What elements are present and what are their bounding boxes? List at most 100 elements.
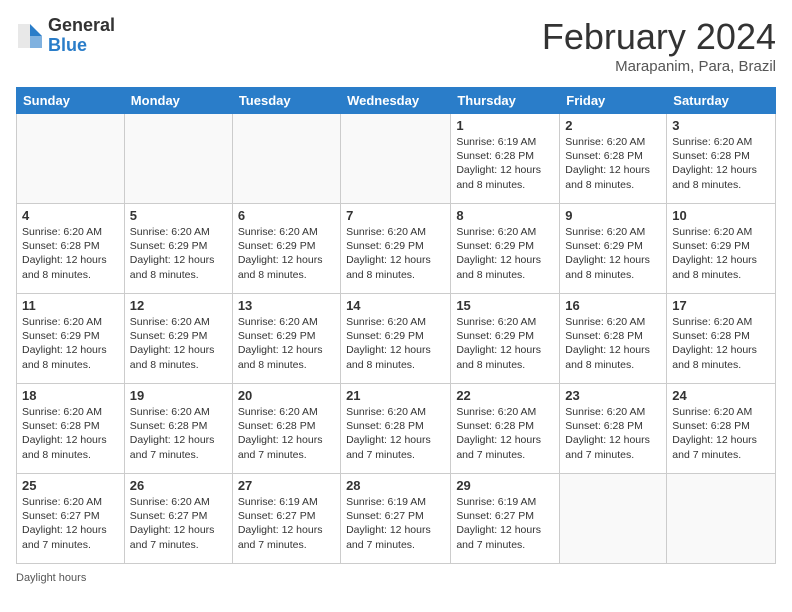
calendar-cell: 26Sunrise: 6:20 AM Sunset: 6:27 PM Dayli…	[124, 474, 232, 564]
day-info: Sunrise: 6:19 AM Sunset: 6:27 PM Dayligh…	[238, 495, 335, 552]
day-number: 23	[565, 388, 661, 403]
calendar-cell: 2 Sunrise: 6:20 AM Sunset: 6:28 PM Daylig…	[560, 114, 667, 204]
day-info: Sunrise: 6:20 AM Sunset: 6:28 PM Dayligh…	[22, 225, 119, 282]
day-info: Sunrise: 6:20 AM Sunset: 6:29 PM Dayligh…	[346, 225, 445, 282]
calendar-cell: 10 Sunrise: 6:20 AM Sunset: 6:29 PM Dayli…	[667, 204, 776, 294]
day-number: 12	[130, 298, 227, 313]
day-number: 29	[456, 478, 554, 493]
calendar-cell: 5Sunrise: 6:20 AM Sunset: 6:29 PM Daylig…	[124, 204, 232, 294]
day-number: 28	[346, 478, 445, 493]
logo-icon	[16, 22, 44, 50]
day-info: Sunrise: 6:20 AM Sunset: 6:28 PM Dayligh…	[565, 405, 661, 462]
header-day-tuesday: Tuesday	[232, 88, 340, 114]
calendar-body: 1 Sunrise: 6:19 AM Sunset: 6:28 PM Daylig…	[17, 114, 776, 564]
calendar-cell: 18Sunrise: 6:20 AM Sunset: 6:28 PM Dayli…	[17, 384, 125, 474]
day-number: 24	[672, 388, 770, 403]
calendar-cell: 4Sunrise: 6:20 AM Sunset: 6:28 PM Daylig…	[17, 204, 125, 294]
header-day-sunday: Sunday	[17, 88, 125, 114]
calendar-cell: 8 Sunrise: 6:20 AM Sunset: 6:29 PM Daylig…	[451, 204, 560, 294]
page-header: General Blue February 2024 Marapanim, Pa…	[16, 16, 776, 75]
calendar-cell: 29 Sunrise: 6:19 AM Sunset: 6:27 PM Dayli…	[451, 474, 560, 564]
day-number: 16	[565, 298, 661, 313]
day-info: Sunrise: 6:20 AM Sunset: 6:29 PM Dayligh…	[672, 225, 770, 282]
day-number: 19	[130, 388, 227, 403]
day-number: 8	[456, 208, 554, 223]
day-info: Sunrise: 6:19 AM Sunset: 6:27 PM Dayligh…	[456, 495, 554, 552]
day-info: Sunrise: 6:20 AM Sunset: 6:29 PM Dayligh…	[456, 225, 554, 282]
calendar-cell: 24 Sunrise: 6:20 AM Sunset: 6:28 PM Dayli…	[667, 384, 776, 474]
day-info: Sunrise: 6:20 AM Sunset: 6:29 PM Dayligh…	[22, 315, 119, 372]
calendar-title: February 2024	[542, 16, 776, 58]
calendar-cell: 28 Sunrise: 6:19 AM Sunset: 6:27 PM Dayli…	[341, 474, 451, 564]
calendar-cell: 22 Sunrise: 6:20 AM Sunset: 6:28 PM Dayli…	[451, 384, 560, 474]
logo-general-text: General	[48, 15, 115, 35]
day-number: 2	[565, 118, 661, 133]
calendar-cell: 27Sunrise: 6:19 AM Sunset: 6:27 PM Dayli…	[232, 474, 340, 564]
header-day-thursday: Thursday	[451, 88, 560, 114]
logo-text: General Blue	[48, 16, 115, 56]
calendar-cell	[560, 474, 667, 564]
header-day-friday: Friday	[560, 88, 667, 114]
day-info: Sunrise: 6:20 AM Sunset: 6:27 PM Dayligh…	[22, 495, 119, 552]
header-day-wednesday: Wednesday	[341, 88, 451, 114]
day-number: 9	[565, 208, 661, 223]
week-row-2: 4Sunrise: 6:20 AM Sunset: 6:28 PM Daylig…	[17, 204, 776, 294]
calendar-cell: 17Sunrise: 6:20 AM Sunset: 6:28 PM Dayli…	[667, 294, 776, 384]
day-number: 17	[672, 298, 770, 313]
calendar-cell: 6Sunrise: 6:20 AM Sunset: 6:29 PM Daylig…	[232, 204, 340, 294]
calendar-cell: 9 Sunrise: 6:20 AM Sunset: 6:29 PM Daylig…	[560, 204, 667, 294]
header-day-monday: Monday	[124, 88, 232, 114]
calendar-cell: 7 Sunrise: 6:20 AM Sunset: 6:29 PM Daylig…	[341, 204, 451, 294]
calendar-cell: 3 Sunrise: 6:20 AM Sunset: 6:28 PM Daylig…	[667, 114, 776, 204]
day-number: 10	[672, 208, 770, 223]
day-info: Sunrise: 6:20 AM Sunset: 6:29 PM Dayligh…	[238, 315, 335, 372]
day-number: 6	[238, 208, 335, 223]
calendar-table: SundayMondayTuesdayWednesdayThursdayFrid…	[16, 87, 776, 564]
week-row-3: 11Sunrise: 6:20 AM Sunset: 6:29 PM Dayli…	[17, 294, 776, 384]
day-number: 13	[238, 298, 335, 313]
calendar-cell	[341, 114, 451, 204]
day-number: 1	[456, 118, 554, 133]
day-info: Sunrise: 6:20 AM Sunset: 6:28 PM Dayligh…	[238, 405, 335, 462]
day-number: 20	[238, 388, 335, 403]
day-info: Sunrise: 6:19 AM Sunset: 6:27 PM Dayligh…	[346, 495, 445, 552]
calendar-cell: 11Sunrise: 6:20 AM Sunset: 6:29 PM Dayli…	[17, 294, 125, 384]
logo-blue-text: Blue	[48, 35, 87, 55]
day-info: Sunrise: 6:20 AM Sunset: 6:28 PM Dayligh…	[130, 405, 227, 462]
header-day-saturday: Saturday	[667, 88, 776, 114]
day-info: Sunrise: 6:20 AM Sunset: 6:29 PM Dayligh…	[130, 225, 227, 282]
calendar-cell	[17, 114, 125, 204]
day-info: Sunrise: 6:20 AM Sunset: 6:29 PM Dayligh…	[346, 315, 445, 372]
calendar-cell: 12Sunrise: 6:20 AM Sunset: 6:29 PM Dayli…	[124, 294, 232, 384]
day-number: 15	[456, 298, 554, 313]
day-info: Sunrise: 6:20 AM Sunset: 6:28 PM Dayligh…	[672, 405, 770, 462]
day-number: 14	[346, 298, 445, 313]
header-row: SundayMondayTuesdayWednesdayThursdayFrid…	[17, 88, 776, 114]
calendar-cell: 20 Sunrise: 6:20 AM Sunset: 6:28 PM Dayli…	[232, 384, 340, 474]
footer: Daylight hours	[16, 572, 776, 584]
title-block: February 2024 Marapanim, Para, Brazil	[542, 16, 776, 75]
calendar-cell: 21Sunrise: 6:20 AM Sunset: 6:28 PM Dayli…	[341, 384, 451, 474]
logo: General Blue	[16, 16, 115, 56]
day-info: Sunrise: 6:20 AM Sunset: 6:28 PM Dayligh…	[672, 135, 770, 192]
week-row-4: 18 Sunrise: 6:20 AM Sunset: 6:28 PM Dayli…	[17, 384, 776, 474]
day-info: Sunrise: 6:20 AM Sunset: 6:28 PM Dayligh…	[565, 135, 661, 192]
day-number: 7	[346, 208, 445, 223]
day-info: Sunrise: 6:20 AM Sunset: 6:28 PM Dayligh…	[456, 405, 554, 462]
day-number: 3	[672, 118, 770, 133]
day-info: Sunrise: 6:20 AM Sunset: 6:29 PM Dayligh…	[456, 315, 554, 372]
day-number: 22	[456, 388, 554, 403]
calendar-cell	[232, 114, 340, 204]
day-number: 26	[130, 478, 227, 493]
day-number: 18	[22, 388, 119, 403]
day-info: Sunrise: 6:19 AM Sunset: 6:28 PM Dayligh…	[456, 135, 554, 192]
day-info: Sunrise: 6:20 AM Sunset: 6:29 PM Dayligh…	[565, 225, 661, 282]
calendar-cell: 25 Sunrise: 6:20 AM Sunset: 6:27 PM Dayli…	[17, 474, 125, 564]
day-info: Sunrise: 6:20 AM Sunset: 6:28 PM Dayligh…	[565, 315, 661, 372]
calendar-cell: 23 Sunrise: 6:20 AM Sunset: 6:28 PM Dayli…	[560, 384, 667, 474]
calendar-cell: 1 Sunrise: 6:19 AM Sunset: 6:28 PM Daylig…	[451, 114, 560, 204]
calendar-cell: 15 Sunrise: 6:20 AM Sunset: 6:29 PM Dayli…	[451, 294, 560, 384]
calendar-cell: 13 Sunrise: 6:20 AM Sunset: 6:29 PM Dayli…	[232, 294, 340, 384]
day-number: 25	[22, 478, 119, 493]
calendar-cell: 14 Sunrise: 6:20 AM Sunset: 6:29 PM Dayli…	[341, 294, 451, 384]
